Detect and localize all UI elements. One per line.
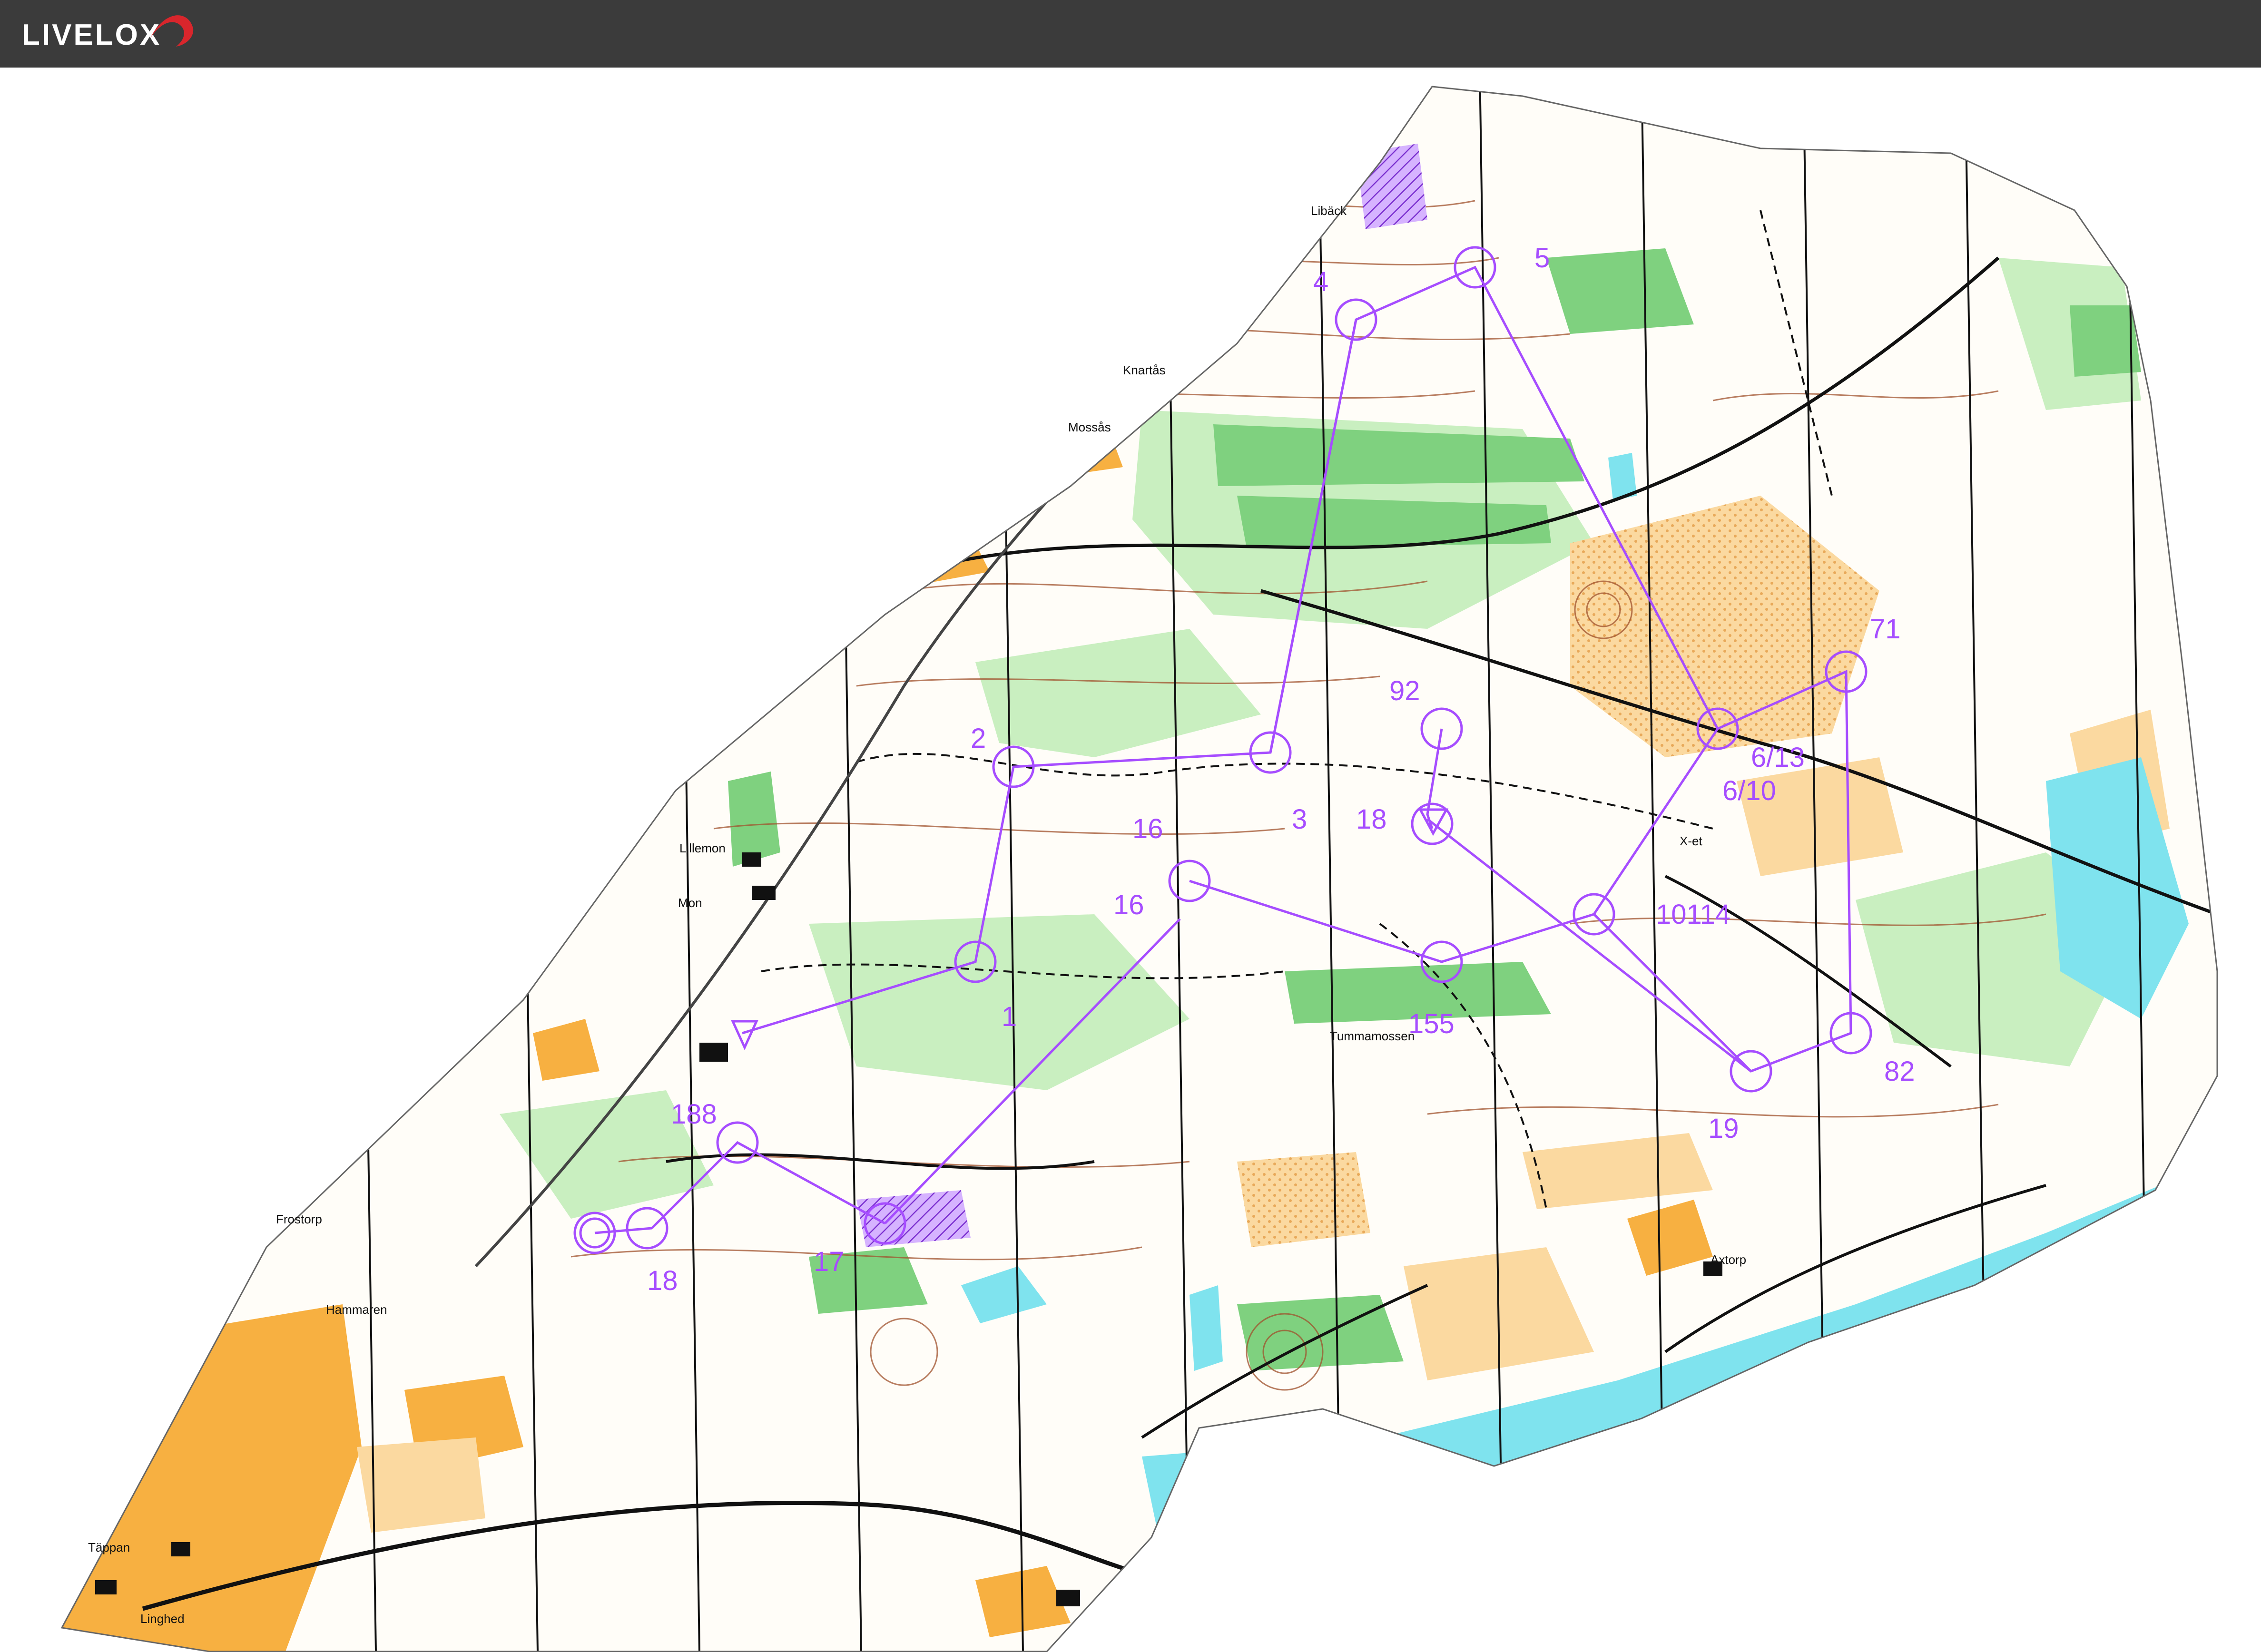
control-label-17: 17: [814, 1246, 845, 1277]
swoosh-icon: [150, 15, 194, 47]
place-axtorp: Axtorp: [1710, 1252, 1746, 1267]
livelox-logo[interactable]: LIVELOX: [22, 15, 194, 54]
place-hammaren: Hammaren: [326, 1302, 387, 1317]
place-tummamossen: Tummamossen: [1330, 1029, 1415, 1043]
orienteering-map[interactable]: 1 2 3 4 5 6/13 6/10 71 92 82 18 10114 16…: [0, 68, 2261, 1652]
place-frostorp: Frostorp: [276, 1212, 322, 1226]
control-label-16-a: 16: [1132, 813, 1163, 844]
control-label-6-13: 6/13: [1751, 742, 1805, 773]
control-label-19: 19: [1708, 1113, 1739, 1144]
control-label-10-14: 10114: [1656, 899, 1730, 930]
place-mossas: Mossås: [1068, 420, 1111, 434]
place-linghed: Linghed: [140, 1612, 185, 1626]
control-label-5: 5: [1534, 243, 1550, 274]
control-label-16-b: 16: [1113, 890, 1144, 920]
control-label-92: 92: [1389, 675, 1420, 706]
control-label-18-b: 18: [647, 1265, 678, 1296]
control-label-1: 1: [1002, 1001, 1017, 1032]
place-tappan: Täppan: [88, 1540, 130, 1554]
place-knartas: Knartås: [1123, 363, 1166, 377]
control-label-188: 188: [671, 1099, 717, 1130]
control-label-4: 4: [1313, 266, 1328, 297]
place-lillemon: Lillemon: [679, 841, 726, 855]
control-label-15: 155: [1408, 1008, 1455, 1039]
control-label-2: 2: [971, 723, 986, 754]
control-label-71: 71: [1870, 614, 1901, 645]
map-terrain: [62, 87, 2217, 1652]
map-canvas[interactable]: 1 2 3 4 5 6/13 6/10 71 92 82 18 10114 16…: [0, 68, 2261, 1652]
control-label-18: 18: [1356, 804, 1387, 835]
place-xet: X-et: [1680, 834, 1702, 848]
control-label-82: 82: [1884, 1056, 1915, 1087]
place-liback: Libäck: [1311, 204, 1347, 218]
place-mon: Mon: [678, 896, 702, 910]
top-bar: LIVELOX: [0, 0, 2261, 68]
control-label-3: 3: [1292, 804, 1307, 835]
control-label-6-10: 6/10: [1722, 775, 1776, 806]
